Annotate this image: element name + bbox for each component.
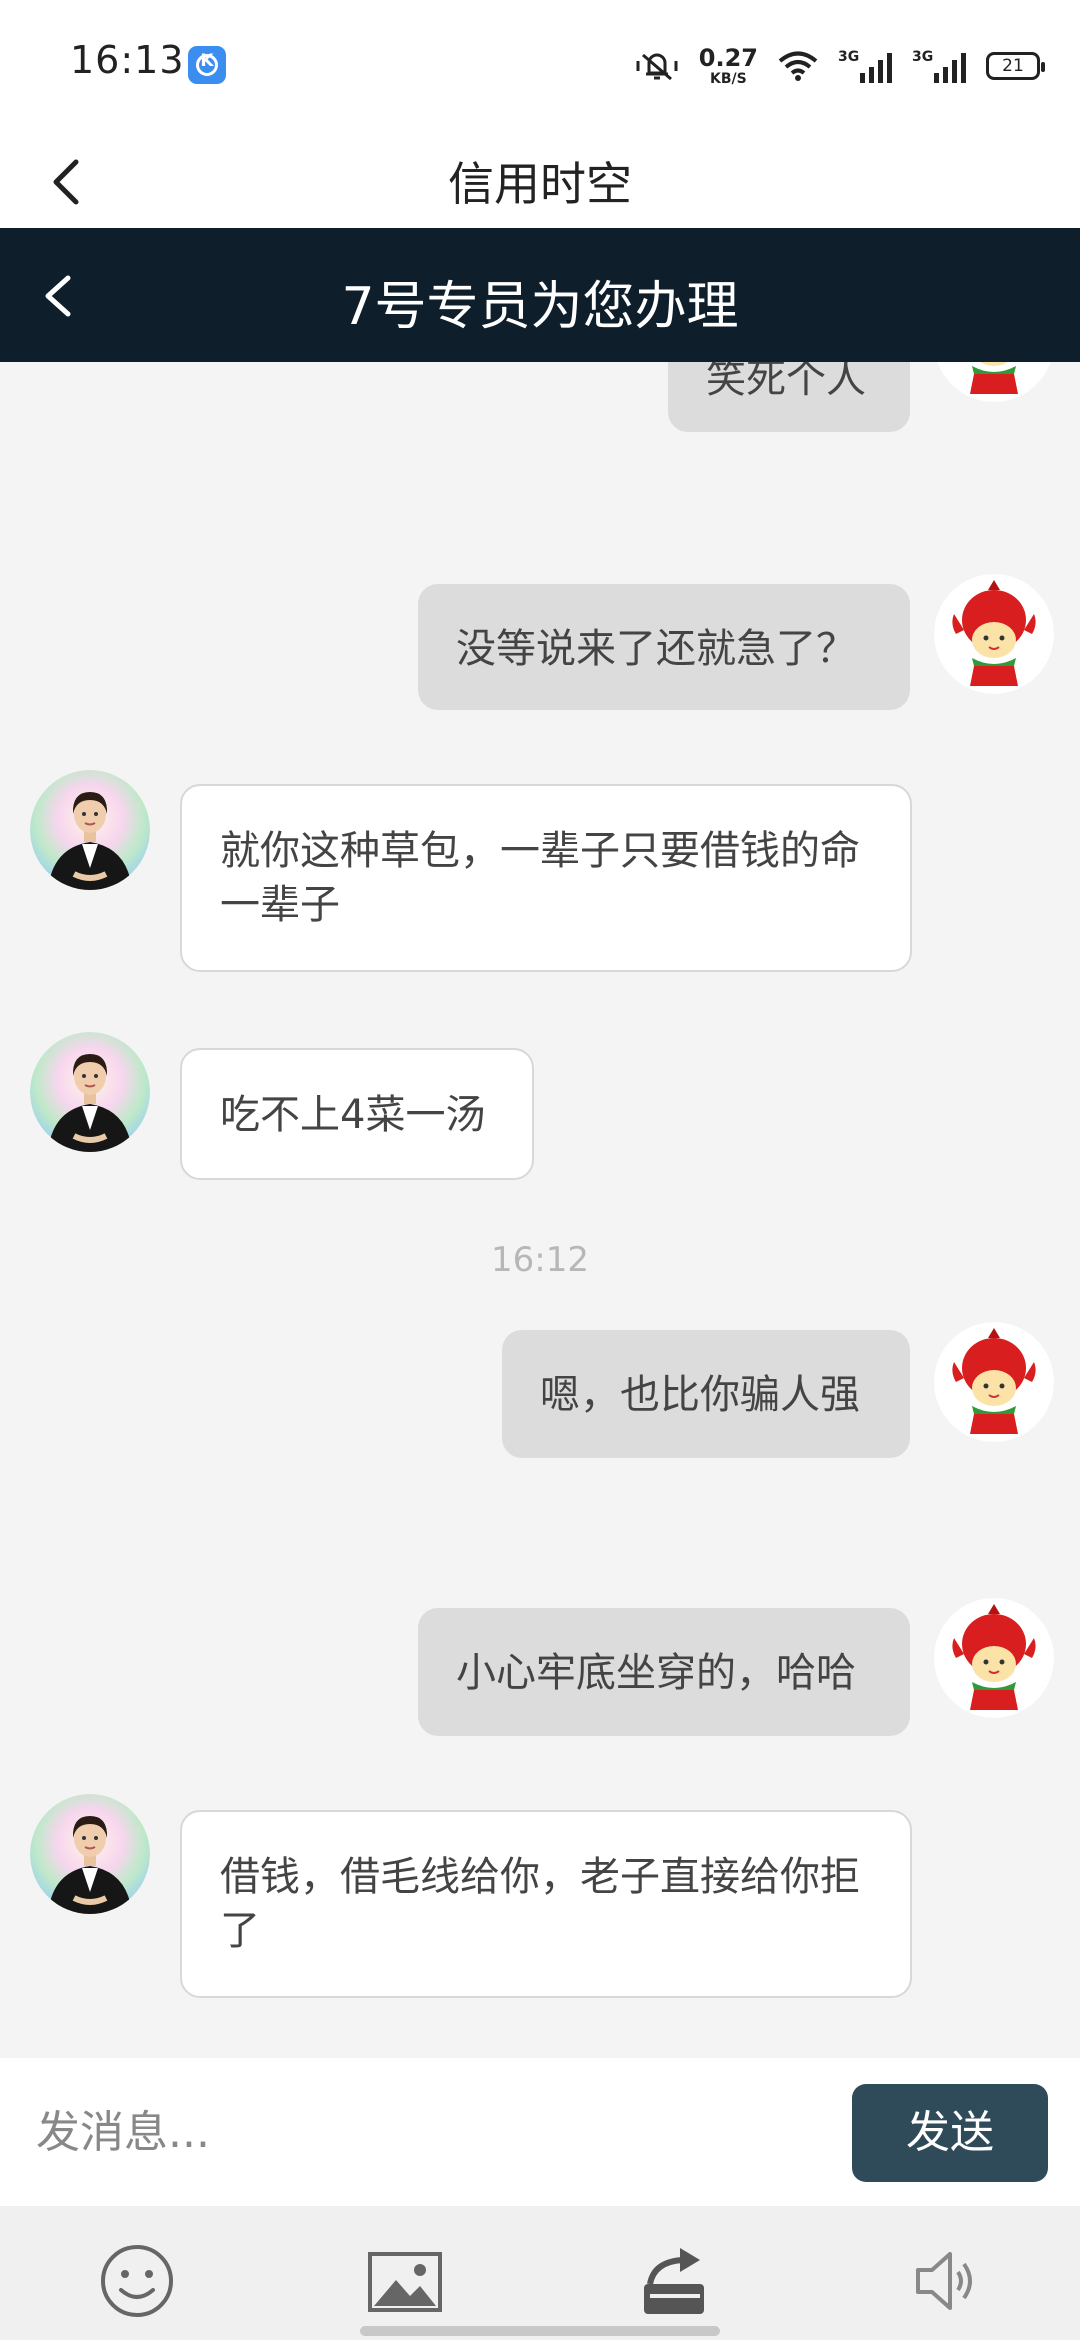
user-avatar[interactable] — [934, 1322, 1054, 1442]
message-bubble-incoming[interactable]: 就你这种草包，一辈子只要借钱的命 一辈子 — [180, 784, 912, 972]
emoji-icon[interactable] — [92, 2236, 182, 2326]
message-bubble-outgoing[interactable]: 嗯，也比你骗人强 — [502, 1330, 910, 1458]
user-avatar[interactable] — [934, 1598, 1054, 1718]
status-bar: 16:13 K 0.27 KB/S 3G 3G 21 — [0, 0, 1080, 130]
bottom-toolbar — [0, 2206, 1080, 2340]
message-bubble-incoming[interactable]: 吃不上4菜一汤 — [180, 1048, 534, 1180]
message-bubble-outgoing[interactable]: 没等说来了还就急了？ — [418, 584, 910, 710]
message-bubble-outgoing[interactable]: 笑死个人 — [668, 362, 910, 432]
message-bubble-outgoing[interactable]: 小心牢底坐穿的，哈哈 — [418, 1608, 910, 1736]
status-time: 16:13 — [70, 38, 185, 82]
page-title: 信用时空 — [448, 157, 632, 211]
user-avatar[interactable] — [934, 574, 1054, 694]
home-indicator[interactable] — [360, 2326, 720, 2336]
agent-avatar[interactable] — [30, 770, 150, 890]
signal-icon-2: 3G — [912, 49, 966, 83]
signal-icon-1: 3G — [838, 49, 892, 83]
battery-icon: 21 — [986, 52, 1045, 80]
message-input[interactable] — [36, 2102, 836, 2162]
agent-avatar[interactable] — [30, 1032, 150, 1152]
agent-avatar[interactable] — [30, 1794, 150, 1914]
status-icons: 0.27 KB/S 3G 3G 21 — [635, 44, 1045, 88]
image-icon[interactable] — [360, 2236, 450, 2326]
title-bar: 信用时空 — [0, 130, 1080, 230]
user-avatar[interactable] — [934, 362, 1054, 402]
mute-vibrate-icon — [636, 53, 678, 81]
message-input-bar: 发送 — [0, 2058, 1080, 2206]
send-button[interactable]: 发送 — [852, 2084, 1048, 2182]
share-icon[interactable] — [630, 2236, 720, 2326]
message-bubble-incoming[interactable]: 借钱，借毛线给你，老子直接给你拒了 — [180, 1810, 912, 1998]
chat-header: 7号专员为您办理 — [0, 228, 1080, 362]
chat-title: 7号专员为您办理 — [341, 277, 739, 337]
chat-messages[interactable]: 笑死个人 没等说来了还就急了？ 就你这种草包，一辈子只要借钱的命 一辈子 吃不上… — [0, 362, 1080, 2058]
app-notification-icon: K — [188, 46, 226, 84]
message-timestamp: 16:12 — [491, 1240, 589, 1280]
wifi-icon — [778, 51, 818, 81]
network-speed: 0.27 KB/S — [698, 44, 758, 87]
voice-icon[interactable] — [900, 2236, 990, 2326]
